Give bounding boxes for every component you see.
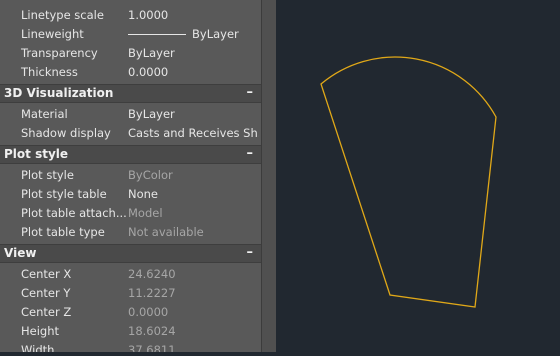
drawing-canvas[interactable] bbox=[276, 0, 560, 352]
property-value[interactable]: 24.6240 bbox=[128, 267, 259, 281]
collapse-icon[interactable]: – bbox=[247, 245, 254, 260]
property-row-plot-style-table[interactable]: Plot style table None bbox=[0, 185, 261, 204]
property-row-lineweight[interactable]: Lineweight ByLayer bbox=[0, 25, 261, 44]
property-label: Height bbox=[21, 324, 60, 338]
property-row-plot-style[interactable]: Plot style ByColor bbox=[0, 166, 261, 185]
property-row-center-x[interactable]: Center X 24.6240 bbox=[0, 265, 261, 284]
property-label: Material bbox=[21, 107, 68, 121]
property-value-lineweight[interactable]: ByLayer bbox=[128, 27, 259, 41]
property-value[interactable]: 18.6024 bbox=[128, 324, 259, 338]
property-value[interactable]: Model bbox=[128, 206, 259, 220]
property-row-shadow-display[interactable]: Shadow display Casts and Receives Sh... bbox=[0, 124, 261, 143]
lineweight-sample-line bbox=[128, 34, 186, 35]
section-header-plot-style[interactable]: Plot style – bbox=[0, 145, 261, 164]
property-label: Center Y bbox=[21, 286, 71, 300]
section-title: 3D Visualization bbox=[4, 86, 114, 100]
section-header-3d-visualization[interactable]: 3D Visualization – bbox=[0, 84, 261, 103]
property-label: Transparency bbox=[21, 46, 98, 60]
property-value[interactable]: 0.0000 bbox=[128, 305, 259, 319]
property-label: Shadow display bbox=[21, 126, 111, 140]
property-value[interactable]: 37.6811 bbox=[128, 343, 259, 352]
property-row-center-z[interactable]: Center Z 0.0000 bbox=[0, 303, 261, 322]
section-title: View bbox=[4, 246, 37, 260]
property-value[interactable]: Not available bbox=[128, 225, 259, 239]
property-label: Plot table type bbox=[21, 225, 105, 239]
property-row-linetype-scale[interactable]: Linetype scale 1.0000 bbox=[0, 6, 261, 25]
properties-panel: Linetype scale 1.0000 Lineweight ByLayer… bbox=[0, 0, 261, 352]
panel-scroll-rail[interactable] bbox=[261, 0, 277, 352]
property-value[interactable]: ByLayer bbox=[128, 107, 259, 121]
canvas-svg bbox=[320, 56, 497, 308]
property-label: Center X bbox=[21, 267, 72, 281]
property-label bbox=[21, 0, 25, 4]
property-value[interactable]: ByLayer bbox=[128, 46, 259, 60]
property-row-material[interactable]: Material ByLayer bbox=[0, 105, 261, 124]
property-row-center-y[interactable]: Center Y 11.2227 bbox=[0, 284, 261, 303]
property-value[interactable]: Casts and Receives Sh... bbox=[128, 126, 259, 140]
property-value[interactable]: None bbox=[128, 187, 259, 201]
lineweight-value: ByLayer bbox=[192, 27, 239, 41]
collapse-icon[interactable]: – bbox=[247, 85, 254, 100]
property-row-transparency[interactable]: Transparency ByLayer bbox=[0, 44, 261, 63]
property-label: Center Z bbox=[21, 305, 72, 319]
property-row-thickness[interactable]: Thickness 0.0000 bbox=[0, 63, 261, 82]
property-label: Plot style table bbox=[21, 187, 107, 201]
property-value[interactable]: 1.0000 bbox=[128, 8, 259, 22]
property-label: Plot table attach... bbox=[21, 206, 127, 220]
property-value[interactable]: 0.0000 bbox=[128, 65, 259, 79]
property-label: Thickness bbox=[21, 65, 78, 79]
collapse-icon[interactable]: – bbox=[247, 146, 254, 161]
property-label: Lineweight bbox=[21, 27, 84, 41]
property-row-height[interactable]: Height 18.6024 bbox=[0, 322, 261, 341]
property-label: Linetype scale bbox=[21, 8, 104, 22]
property-value[interactable]: 11.2227 bbox=[128, 286, 259, 300]
property-label: Width bbox=[21, 343, 55, 352]
property-value[interactable]: ByColor bbox=[128, 168, 259, 182]
property-row-plot-table-type[interactable]: Plot table type Not available bbox=[0, 223, 261, 242]
yellow-outline-shape[interactable] bbox=[320, 56, 497, 308]
section-title: Plot style bbox=[4, 147, 69, 161]
property-row-width[interactable]: Width 37.6811 bbox=[0, 341, 261, 352]
property-row-plot-table-attach[interactable]: Plot table attach... Model bbox=[0, 204, 261, 223]
property-label: Plot style bbox=[21, 168, 74, 182]
section-header-view[interactable]: View – bbox=[0, 244, 261, 263]
